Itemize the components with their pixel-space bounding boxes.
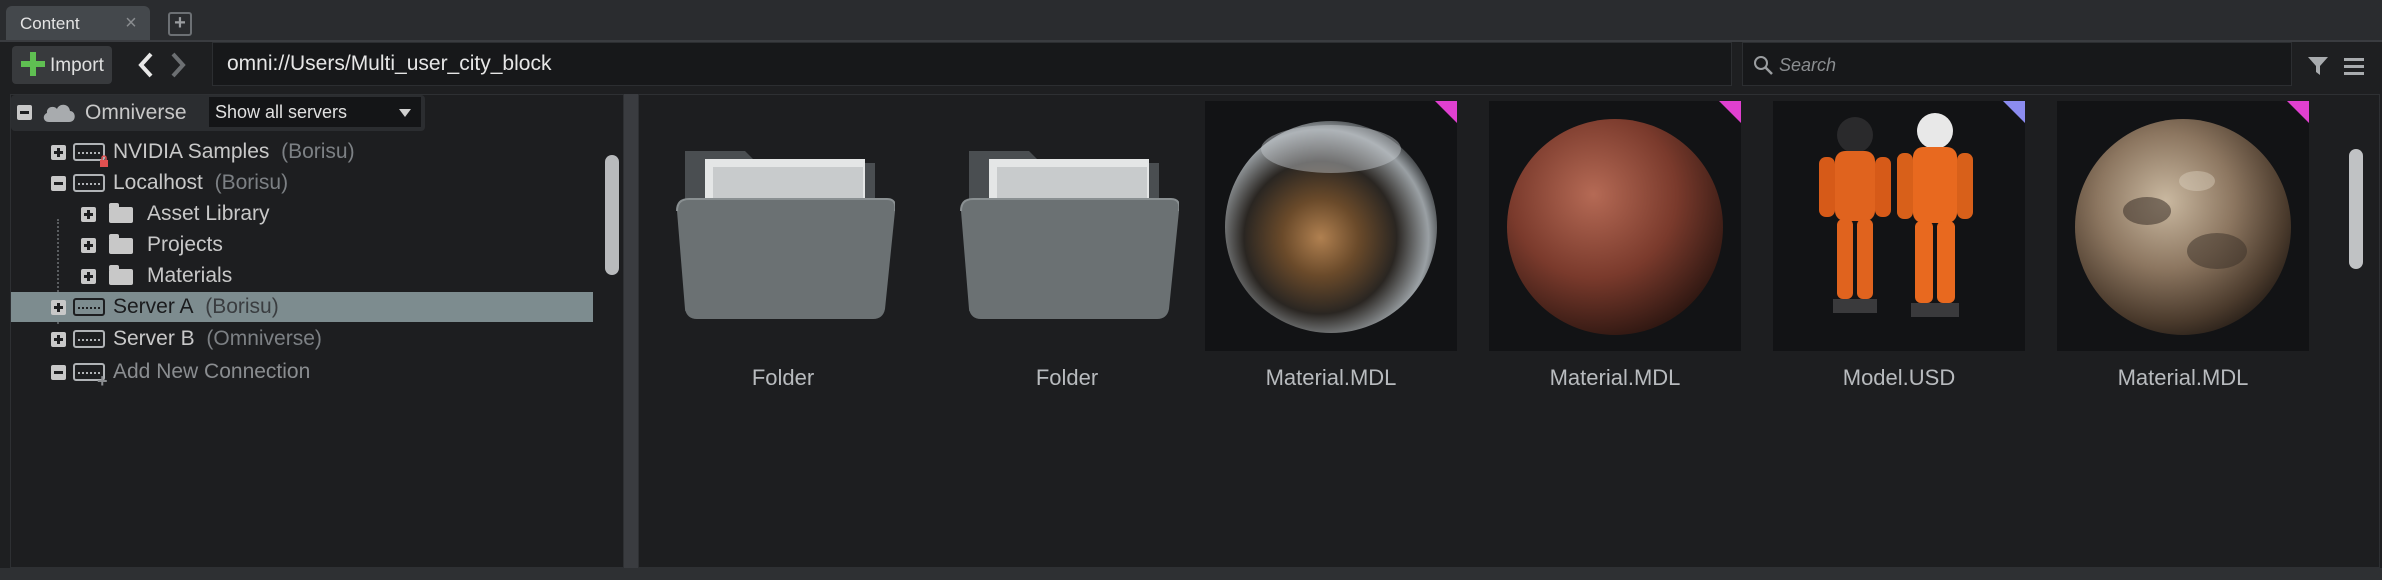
tree-item-asset-library[interactable]: Asset Library [11, 199, 593, 229]
mdl-tag-icon [2287, 101, 2309, 123]
expand-icon[interactable] [81, 238, 96, 253]
chrome-sphere-image [1225, 121, 1437, 333]
tree-item-label: Server A (Borisu) [113, 295, 279, 318]
material-thumbnail [1205, 101, 1457, 351]
tab-label: Content [20, 14, 80, 33]
grid-item-model[interactable]: Model.USD [1773, 101, 2025, 401]
tree-item-projects[interactable]: Projects [11, 230, 593, 260]
tree-item-label: NVIDIA Samples (Borisu) [113, 140, 355, 163]
cloud-icon [43, 104, 75, 122]
model-thumbnail [1773, 101, 2025, 351]
expand-icon[interactable] [51, 332, 66, 347]
grid-item-label: Material.MDL [1265, 365, 1397, 390]
grid-item-label: Folder [751, 365, 815, 390]
omniverse-root-row[interactable]: Omniverse Show all servers [11, 95, 425, 131]
grid-item-material[interactable]: Material.MDL [2057, 101, 2309, 401]
clay-sphere-image [1507, 119, 1723, 335]
import-button[interactable]: Import [12, 46, 112, 84]
folder-thumbnail [657, 101, 909, 351]
search-box[interactable] [1742, 42, 2292, 87]
folder-thumbnail [941, 101, 1193, 351]
grid-scrollbar[interactable] [2349, 149, 2363, 269]
tree-item-materials[interactable]: Materials [11, 261, 593, 291]
grid-item-folder[interactable]: Folder [941, 101, 1193, 401]
material-thumbnail [1489, 101, 1741, 351]
folder-icon [109, 203, 133, 223]
grid-item-material[interactable]: Material.MDL [1489, 101, 1741, 401]
tree-item-label: Projects [147, 233, 223, 256]
server-icon [73, 298, 105, 316]
expand-icon[interactable] [81, 207, 96, 222]
content-grid-panel: Folder Folder Material.MDL Material.MDL … [638, 94, 2380, 568]
grid-item-label: Material.MDL [2117, 365, 2249, 390]
plus-icon: + [97, 371, 108, 391]
tree-item-nvidia-samples[interactable]: NVIDIA Samples (Borisu) [11, 137, 593, 167]
server-icon [73, 330, 105, 348]
back-arrow-icon[interactable] [134, 50, 158, 80]
add-tab-icon[interactable]: + [168, 12, 192, 36]
panel-splitter[interactable] [624, 94, 638, 568]
usd-tag-icon [2003, 101, 2025, 123]
filter-icon[interactable] [2306, 54, 2330, 78]
toolbar: Import omni://Users/Multi_user_city_bloc… [0, 42, 2382, 90]
server-tree-panel: Omniverse Show all servers NVIDIA Sample… [10, 94, 624, 568]
tree-scrollbar[interactable] [605, 155, 619, 275]
search-input[interactable] [1777, 43, 2281, 87]
tree-item-label: Add New Connection [113, 360, 311, 383]
search-icon [1754, 56, 1773, 75]
grid-item-label: Folder [1035, 365, 1099, 390]
tree-item-localhost[interactable]: Localhost (Borisu) [11, 168, 593, 198]
folder-icon [109, 234, 133, 254]
collapse-icon[interactable] [17, 105, 32, 120]
forward-arrow-icon[interactable] [166, 50, 190, 80]
server-icon [73, 174, 105, 192]
menu-icon[interactable] [2342, 56, 2366, 76]
material-thumbnail [2057, 101, 2309, 351]
expand-icon[interactable] [51, 145, 66, 160]
plus-icon [21, 52, 45, 76]
chevron-down-icon [399, 109, 411, 117]
grid-item-folder[interactable]: Folder [657, 101, 909, 401]
tree-item-add-new-connection[interactable]: + Add New Connection [11, 357, 593, 391]
expand-icon[interactable] [51, 300, 66, 315]
rock-sphere-image [2075, 119, 2291, 335]
tab-bar: Content × + [0, 0, 2382, 42]
collapse-icon[interactable] [51, 176, 66, 191]
tree-item-label: Server B (Omniverse) [113, 327, 322, 350]
folder-icon [960, 151, 1179, 319]
mdl-tag-icon [1719, 101, 1741, 123]
mdl-tag-icon [1435, 101, 1457, 123]
lock-icon [100, 155, 108, 167]
astronaut-model-image [1819, 113, 1973, 317]
server-filter-dropdown[interactable]: Show all servers [209, 97, 421, 127]
grid-item-label: Material.MDL [1549, 365, 1681, 390]
tree-item-label: Materials [147, 264, 233, 287]
import-label: Import [50, 55, 104, 76]
close-icon[interactable]: × [122, 13, 140, 33]
expand-icon[interactable] [81, 269, 96, 284]
collapse-icon[interactable] [51, 365, 66, 380]
server-filter-value: Show all servers [215, 102, 348, 122]
bottom-scrollbar[interactable] [0, 568, 2382, 580]
tab-content[interactable]: Content × [6, 6, 150, 40]
tree-item-server-b[interactable]: Server B (Omniverse) [11, 324, 593, 354]
path-field[interactable]: omni://Users/Multi_user_city_block [212, 42, 1732, 86]
folder-icon [109, 265, 133, 285]
tree-item-server-a[interactable]: Server A (Borisu) [11, 292, 593, 322]
grid-item-label: Model.USD [1842, 365, 1956, 390]
omniverse-label: Omniverse [85, 101, 187, 124]
folder-icon [676, 151, 895, 319]
grid-item-material[interactable]: Material.MDL [1205, 101, 1457, 401]
tree-item-label: Asset Library [147, 202, 270, 225]
tree-item-label: Localhost (Borisu) [113, 171, 289, 194]
